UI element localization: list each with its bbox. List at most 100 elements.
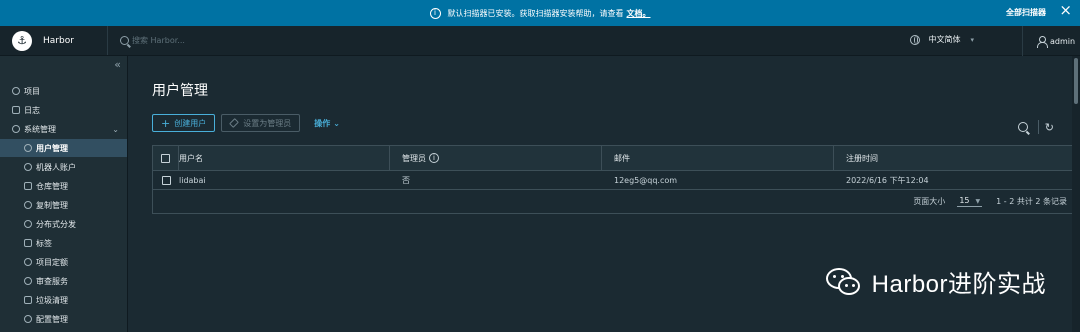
sidebar-item-registries[interactable]: 仓库管理	[0, 177, 127, 195]
sidebar-item-label: 日志	[24, 105, 40, 115]
select-all-checkbox[interactable]	[161, 153, 170, 163]
search-input[interactable]	[132, 36, 252, 45]
distribution-icon	[24, 220, 32, 228]
sidebar-item-projects[interactable]: 项目	[0, 82, 127, 100]
sidebar-item-label: 标签	[36, 238, 52, 248]
brand-name: Harbor	[43, 35, 74, 46]
chevron-down-icon: ⌄	[112, 124, 119, 134]
language-selector[interactable]: 中文简体 ▾	[910, 34, 974, 45]
table-row[interactable]: lidabai 否 12eg5@qq.com 2022/6/16 下午12:04	[153, 171, 1079, 190]
projects-icon	[12, 87, 20, 95]
replication-icon	[24, 201, 32, 209]
sidebar-item-robot-accounts[interactable]: 机器人账户	[0, 158, 127, 176]
user-menu[interactable]: admin	[1022, 26, 1080, 56]
divider	[1037, 120, 1039, 134]
column-header-username[interactable]: 用户名	[179, 146, 389, 170]
column-label: 管理员	[402, 153, 426, 163]
set-admin-button[interactable]: 设置为管理员	[221, 114, 301, 132]
sidebar-item-label: 垃圾清理	[36, 295, 68, 305]
page-title: 用户管理	[152, 83, 208, 99]
interrogation-icon	[24, 277, 32, 285]
label-icon	[24, 239, 32, 247]
sidebar-item-label: 分布式分发	[36, 219, 76, 229]
language-label: 中文简体	[928, 35, 961, 44]
banner-message: 默认扫描器已安装。获取扫描器安装帮助，请查看 文档。	[448, 8, 651, 19]
row-checkbox[interactable]	[161, 175, 171, 185]
globe-icon	[910, 34, 921, 45]
set-admin-label: 设置为管理员	[243, 118, 292, 128]
info-icon[interactable]: i	[429, 153, 439, 163]
global-search	[120, 36, 252, 45]
sidebar-item-labels[interactable]: 标签	[0, 234, 127, 252]
quota-icon	[24, 258, 32, 266]
email-cell: 12eg5@qq.com	[614, 175, 678, 185]
top-header: ⚓ Harbor 中文简体 ▾ admin	[0, 26, 1080, 56]
harbor-logo-icon: ⚓	[12, 30, 32, 51]
page-size-label: 页面大小	[913, 197, 946, 206]
info-icon: i	[429, 7, 441, 19]
sidebar-item-configuration[interactable]: 配置管理	[0, 310, 127, 328]
user-icon	[1037, 35, 1048, 48]
pagination-summary: 1 - 2 共计 2 条记录	[996, 197, 1067, 206]
sidebar-item-administration[interactable]: 系统管理 ⌄	[0, 120, 127, 138]
sidebar-item-label: 系统管理	[24, 124, 56, 134]
vertical-scrollbar[interactable]	[1072, 56, 1080, 332]
sidebar-item-replications[interactable]: 复制管理	[0, 196, 127, 214]
plus-icon: +	[161, 116, 171, 130]
banner-text: 默认扫描器已安装。获取扫描器安装帮助，请查看	[447, 8, 624, 18]
page-size-select[interactable]: 15 ▼	[957, 196, 983, 207]
select-all-cell	[153, 146, 179, 170]
users-icon	[24, 144, 32, 152]
sidebar-item-project-quotas[interactable]: 项目定额	[0, 253, 127, 271]
sidebar-item-garbage-collection[interactable]: 垃圾清理	[0, 291, 127, 309]
users-table: 用户名 管理员 i 邮件 注册时间 lidabai 否 12eg5@qq.com…	[152, 145, 1080, 214]
toolbar: + 创建用户 设置为管理员 操作 ⌄	[152, 114, 344, 132]
chevron-down-icon: ⌄	[333, 118, 340, 128]
scan-all-link[interactable]: 全部扫描器	[1006, 7, 1046, 18]
wechat-icon	[825, 266, 862, 298]
create-user-label: 创建用户	[174, 118, 207, 128]
registered-cell: 2022/6/16 下午12:04	[846, 175, 929, 185]
info-banner: i 默认扫描器已安装。获取扫描器安装帮助，请查看 文档。 全部扫描器 ×	[0, 0, 1080, 26]
actions-label: 操作	[314, 118, 331, 128]
scrollbar-thumb[interactable]	[1074, 58, 1078, 104]
registry-icon	[24, 182, 32, 190]
column-label: 邮件	[614, 153, 630, 163]
column-header-admin[interactable]: 管理员 i	[389, 146, 601, 170]
sidebar-item-label: 项目	[24, 86, 40, 96]
watermark: Harbor进阶实战	[825, 264, 1046, 299]
username-cell: lidabai	[179, 175, 206, 185]
sidebar-item-label: 机器人账户	[36, 162, 76, 172]
brand-area[interactable]: ⚓ Harbor	[0, 26, 108, 55]
search-icon[interactable]	[1017, 122, 1028, 132]
page-size-value: 15	[959, 196, 970, 205]
sidebar-item-users[interactable]: 用户管理	[0, 139, 127, 157]
tag-icon	[229, 118, 240, 128]
column-label: 用户名	[179, 153, 203, 163]
actions-dropdown[interactable]: 操作 ⌄	[310, 114, 344, 132]
trash-icon	[24, 296, 32, 304]
search-icon	[120, 36, 129, 45]
create-user-button[interactable]: + 创建用户	[152, 114, 216, 132]
close-icon[interactable]: ×	[1059, 3, 1072, 18]
gear-icon	[24, 315, 32, 323]
robot-icon	[24, 163, 32, 171]
sidebar-item-logs[interactable]: 日志	[0, 101, 127, 119]
refresh-icon[interactable]: ↻	[1045, 121, 1054, 134]
column-label: 注册时间	[846, 153, 878, 163]
table-header: 用户名 管理员 i 邮件 注册时间	[153, 146, 1079, 171]
sidebar-item-distributions[interactable]: 分布式分发	[0, 215, 127, 233]
sidebar-item-label: 项目定额	[36, 257, 68, 267]
docs-link[interactable]: 文档。	[627, 9, 651, 18]
table-footer: 页面大小 15 ▼ 1 - 2 共计 2 条记录	[153, 190, 1079, 213]
column-header-registered[interactable]: 注册时间	[833, 146, 1079, 170]
sidebar-item-interrogation-services[interactable]: 审查服务	[0, 272, 127, 290]
collapse-sidebar-icon[interactable]: «	[114, 58, 121, 71]
username-label: admin	[1050, 36, 1076, 46]
sidebar-item-label: 仓库管理	[36, 181, 68, 191]
sidebar-item-label: 审查服务	[36, 276, 68, 286]
chevron-down-icon: ▼	[975, 198, 981, 205]
sidebar-item-label: 复制管理	[36, 200, 68, 210]
column-header-email[interactable]: 邮件	[601, 146, 833, 170]
admin-cell: 否	[402, 175, 410, 185]
